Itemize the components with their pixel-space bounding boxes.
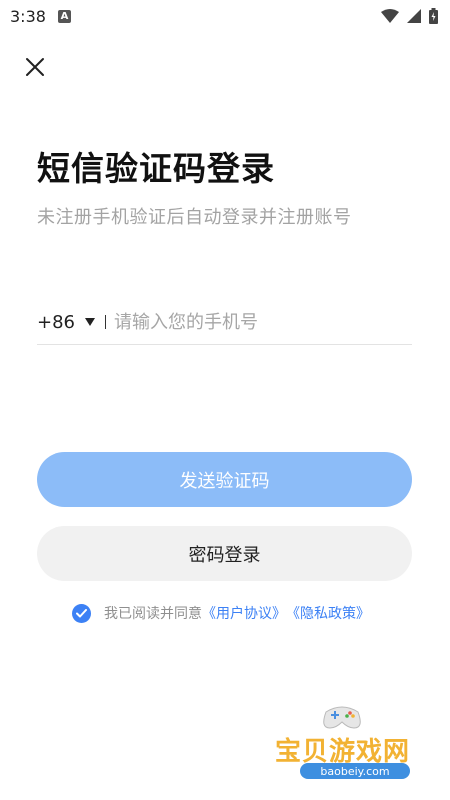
agreement-checkbox[interactable] [72, 603, 91, 623]
close-button[interactable] [22, 54, 48, 80]
country-code-selector[interactable]: +86 [37, 312, 75, 333]
gamepad-icon [323, 706, 361, 729]
status-time: 3:38 [10, 6, 46, 26]
user-agreement-link[interactable]: 《用户协议》 [202, 603, 286, 623]
wifi-icon [381, 9, 399, 23]
battery-icon [429, 8, 438, 24]
status-bar-left: 3:38 A [10, 7, 71, 26]
page-title: 短信验证码登录 [37, 149, 275, 188]
site-watermark: 宝贝游戏网 baobeiy.com [270, 700, 440, 792]
status-bar: 3:38 A [0, 0, 450, 32]
privacy-policy-link[interactable]: 《隐私政策》 [286, 603, 370, 623]
watermark-url: baobeiy.com [300, 763, 410, 779]
agreement-prefix: 我已阅读并同意 [104, 606, 202, 622]
checkmark-icon [76, 608, 87, 617]
phone-number-input[interactable] [114, 311, 384, 333]
phone-input-row: +86 [37, 300, 412, 345]
page-subtitle: 未注册手机验证后自动登录并注册账号 [37, 207, 352, 228]
input-divider [105, 315, 106, 329]
status-bar-right [381, 8, 438, 24]
send-code-button[interactable]: 发送验证码 [37, 452, 412, 507]
password-login-button[interactable]: 密码登录 [37, 526, 412, 581]
cellular-signal-icon [407, 9, 421, 23]
agreement-row: 我已阅读并同意 《用户协议》 《隐私政策》 [72, 603, 370, 623]
dropdown-triangle-icon[interactable] [85, 318, 95, 326]
close-icon [26, 58, 44, 76]
notification-app-icon: A [57, 9, 71, 23]
